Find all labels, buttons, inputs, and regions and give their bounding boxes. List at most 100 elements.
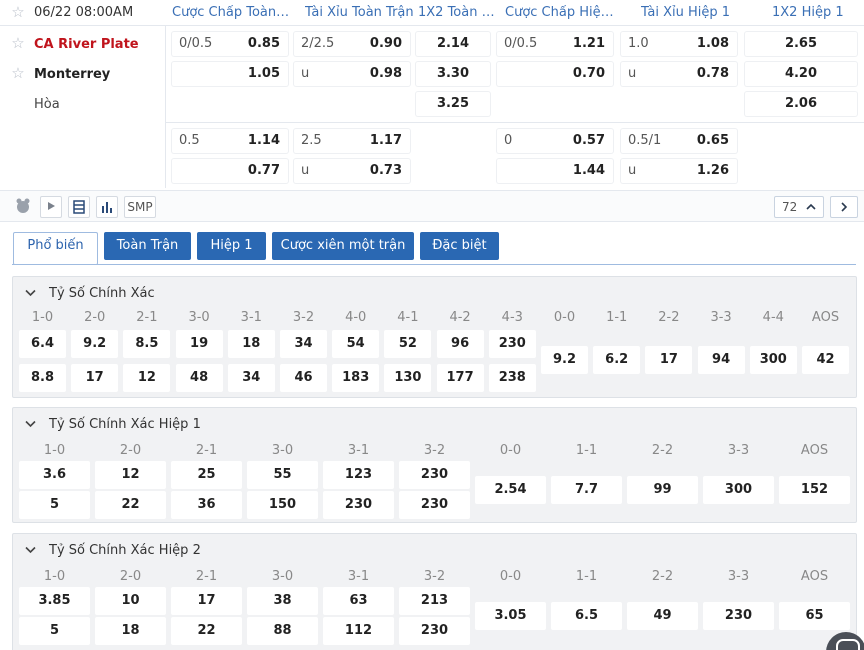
- score-odds-cell[interactable]: 230: [488, 330, 536, 358]
- score-odds-cell[interactable]: 213: [399, 587, 470, 615]
- score-odds-cell[interactable]: 17: [645, 346, 693, 374]
- odds-cell[interactable]: 0/0.5 1.21: [497, 32, 613, 56]
- score-odds-cell[interactable]: 130: [384, 364, 432, 392]
- score-odds-cell[interactable]: 94: [697, 346, 745, 374]
- star-icon[interactable]: ☆: [10, 65, 26, 81]
- star-icon[interactable]: ☆: [10, 4, 26, 20]
- score-odds-cell[interactable]: 22: [171, 617, 242, 645]
- odds-cell[interactable]: 2/2.5 0.90: [294, 32, 410, 56]
- score-odds-cell[interactable]: 19: [175, 330, 223, 358]
- odds-cell[interactable]: 0.5 1.14: [172, 129, 288, 153]
- score-odds-cell[interactable]: 36: [171, 491, 242, 519]
- tab-full-match[interactable]: Toàn Trận: [104, 232, 191, 260]
- score-odds-cell[interactable]: 17: [171, 587, 242, 615]
- odds-cell[interactable]: 1.0 1.08: [621, 32, 737, 56]
- score-odds-cell[interactable]: 65: [779, 602, 850, 630]
- score-odds-cell[interactable]: 52: [384, 330, 432, 358]
- odds-cell[interactable]: 0.5/1 0.65: [621, 129, 737, 153]
- odds-cell[interactable]: 2.06: [745, 92, 857, 116]
- section-title[interactable]: Tỷ Số Chính Xác Hiệp 1: [25, 417, 201, 432]
- score-odds-cell[interactable]: 300: [703, 476, 774, 504]
- score-odds-cell[interactable]: 12: [95, 461, 166, 489]
- odds-cell[interactable]: 3.25: [416, 92, 490, 116]
- score-odds-cell[interactable]: 17: [71, 364, 119, 392]
- odds-cell[interactable]: u 1.26: [621, 159, 737, 183]
- score-odds-cell[interactable]: 5: [19, 491, 90, 519]
- odds-cell[interactable]: 0/0.5 0.85: [172, 32, 288, 56]
- odds-cell[interactable]: 2.65: [745, 32, 857, 56]
- score-odds-cell[interactable]: 9.2: [71, 330, 119, 358]
- odds-cell[interactable]: 2.14: [416, 32, 490, 56]
- odds-cell[interactable]: 0.77: [172, 159, 288, 183]
- score-odds-cell[interactable]: 22: [95, 491, 166, 519]
- score-odds-cell[interactable]: 8.8: [19, 364, 66, 392]
- score-odds-cell[interactable]: 34: [227, 364, 275, 392]
- score-odds-cell[interactable]: 150: [247, 491, 318, 519]
- score-odds-cell[interactable]: 230: [399, 491, 470, 519]
- tab-same-game-parlay[interactable]: Cược xiên một trận: [272, 232, 414, 260]
- score-odds-cell[interactable]: 6.2: [593, 346, 641, 374]
- scoreboard-icon[interactable]: [68, 196, 90, 218]
- score-odds-cell[interactable]: 12: [123, 364, 171, 392]
- odds-cell[interactable]: u 0.78: [621, 62, 737, 86]
- odds-cell[interactable]: u 0.98: [294, 62, 410, 86]
- caret-down-icon[interactable]: [25, 420, 39, 431]
- score-odds-cell[interactable]: 2.54: [475, 476, 546, 504]
- score-odds-cell[interactable]: 38: [247, 587, 318, 615]
- home-team-name[interactable]: CA River Plate: [34, 37, 139, 52]
- score-odds-cell[interactable]: 5: [19, 617, 90, 645]
- caret-down-icon[interactable]: [25, 546, 39, 557]
- score-odds-cell[interactable]: 54: [332, 330, 380, 358]
- score-odds-cell[interactable]: 48: [175, 364, 223, 392]
- score-odds-cell[interactable]: 42: [802, 346, 849, 374]
- score-odds-cell[interactable]: 10: [95, 587, 166, 615]
- score-odds-cell[interactable]: 230: [323, 491, 394, 519]
- score-odds-cell[interactable]: 7.7: [551, 476, 622, 504]
- score-odds-cell[interactable]: 9.2: [541, 346, 588, 374]
- chevron-right-icon[interactable]: [830, 196, 858, 218]
- score-odds-cell[interactable]: 99: [627, 476, 698, 504]
- market-count-button[interactable]: 72: [774, 196, 824, 218]
- section-title[interactable]: Tỷ Số Chính Xác: [25, 286, 155, 301]
- odds-cell[interactable]: 0.70: [497, 62, 613, 86]
- score-odds-cell[interactable]: 152: [779, 476, 850, 504]
- odds-cell[interactable]: u 0.73: [294, 159, 410, 183]
- score-odds-cell[interactable]: 34: [280, 330, 327, 358]
- odds-cell[interactable]: 1.05: [172, 62, 288, 86]
- score-odds-cell[interactable]: 123: [323, 461, 394, 489]
- score-odds-cell[interactable]: 96: [436, 330, 484, 358]
- score-odds-cell[interactable]: 55: [247, 461, 318, 489]
- score-odds-cell[interactable]: 18: [227, 330, 275, 358]
- score-odds-cell[interactable]: 6.4: [19, 330, 66, 358]
- score-odds-cell[interactable]: 18: [95, 617, 166, 645]
- odds-cell[interactable]: 2.5 1.17: [294, 129, 410, 153]
- star-icon[interactable]: ☆: [10, 35, 26, 51]
- score-odds-cell[interactable]: 6.5: [551, 602, 622, 630]
- score-odds-cell[interactable]: 3.85: [19, 587, 90, 615]
- score-odds-cell[interactable]: 3.6: [19, 461, 90, 489]
- smp-button[interactable]: SMP: [124, 196, 156, 218]
- score-odds-cell[interactable]: 112: [323, 617, 394, 645]
- stats-icon[interactable]: [96, 196, 118, 218]
- score-odds-cell[interactable]: 300: [749, 346, 797, 374]
- odds-cell[interactable]: 4.20: [745, 62, 857, 86]
- score-odds-cell[interactable]: 230: [399, 617, 470, 645]
- score-odds-cell[interactable]: 25: [171, 461, 242, 489]
- score-odds-cell[interactable]: 177: [436, 364, 484, 392]
- score-odds-cell[interactable]: 183: [332, 364, 380, 392]
- play-icon[interactable]: [40, 196, 62, 218]
- tab-special[interactable]: Đặc biệt: [420, 232, 499, 260]
- score-odds-cell[interactable]: 3.05: [475, 602, 546, 630]
- score-odds-cell[interactable]: 63: [323, 587, 394, 615]
- odds-cell[interactable]: 0 0.57: [497, 129, 613, 153]
- score-odds-cell[interactable]: 49: [627, 602, 698, 630]
- odds-cell[interactable]: 3.30: [416, 62, 490, 86]
- lineup-icon[interactable]: [12, 196, 34, 218]
- score-odds-cell[interactable]: 8.5: [123, 330, 171, 358]
- caret-down-icon[interactable]: [25, 289, 39, 300]
- score-odds-cell[interactable]: 238: [488, 364, 536, 392]
- score-odds-cell[interactable]: 230: [703, 602, 774, 630]
- tab-first-half[interactable]: Hiệp 1: [197, 232, 266, 260]
- away-team-name[interactable]: Monterrey: [34, 67, 110, 82]
- score-odds-cell[interactable]: 88: [247, 617, 318, 645]
